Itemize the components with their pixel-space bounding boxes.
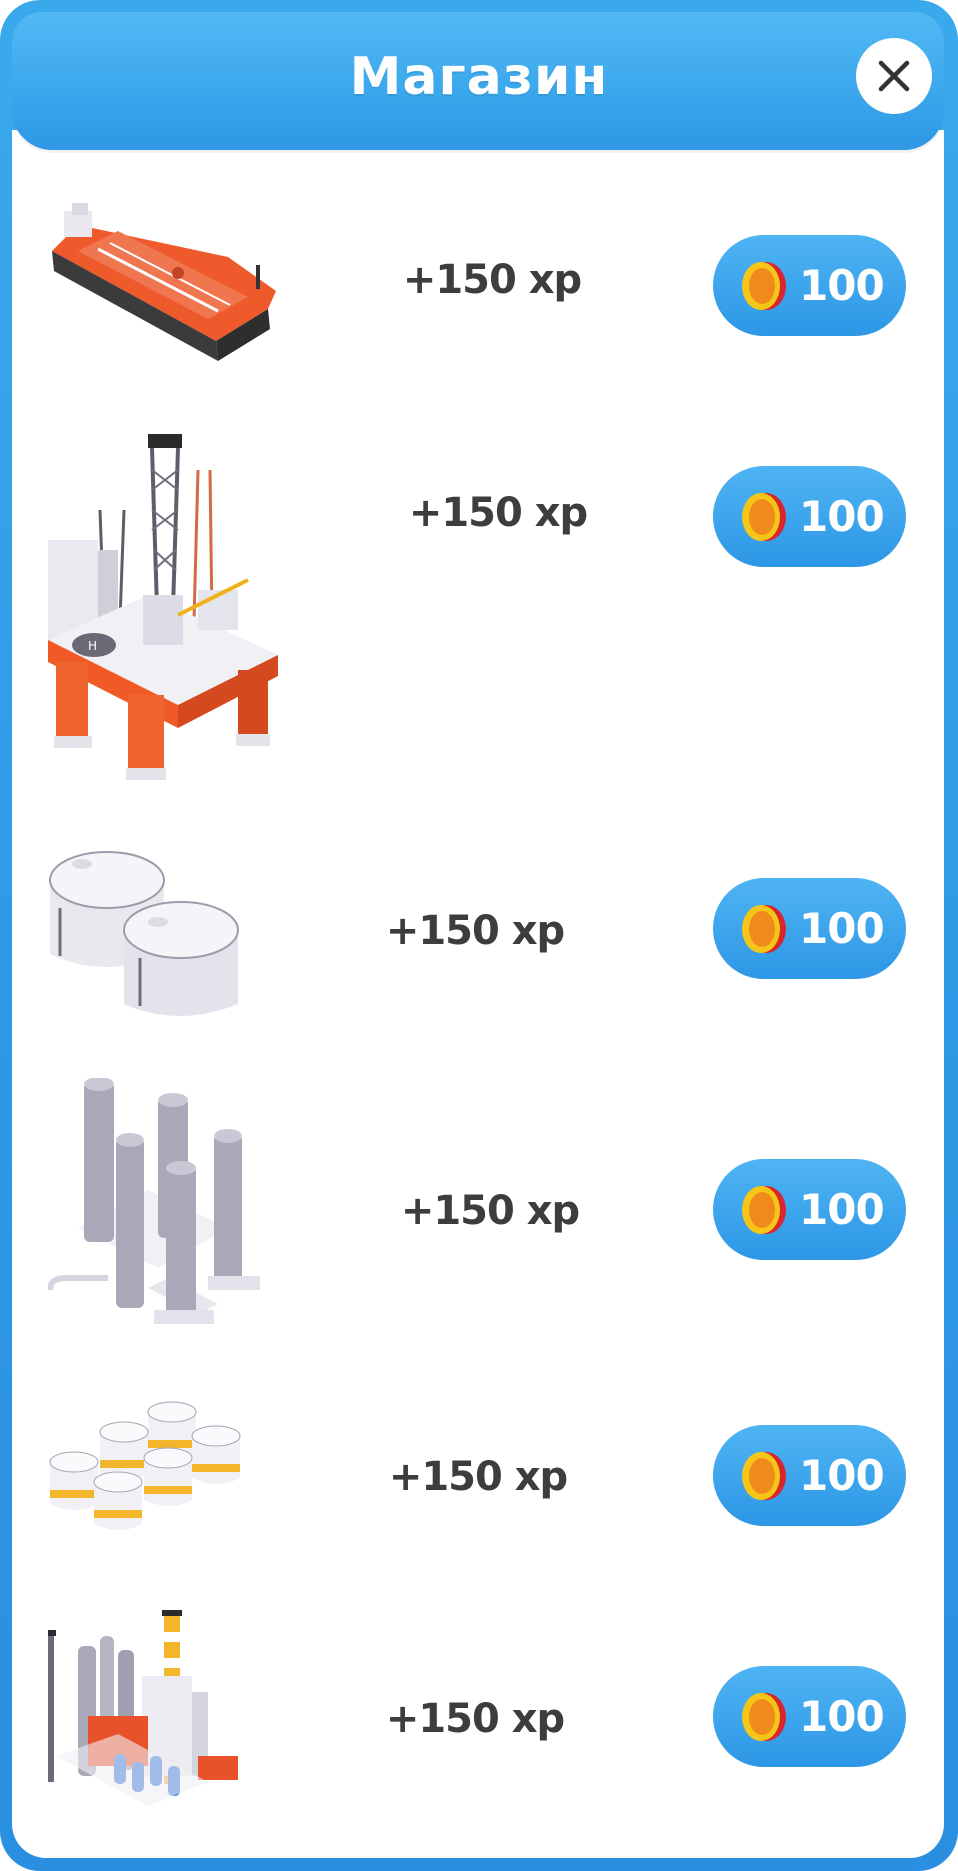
- buy-button[interactable]: 100: [713, 1666, 906, 1767]
- price-label: 100: [799, 1185, 885, 1234]
- shop-item-row: +150 xp 100: [0, 195, 958, 375]
- price-label: 100: [799, 1692, 885, 1741]
- xp-reward-label: +150 xp: [385, 1696, 565, 1742]
- distillation-columns-image: [48, 1078, 260, 1324]
- buy-button[interactable]: 100: [713, 878, 906, 979]
- xp-reward-label: +150 xp: [385, 908, 565, 954]
- svg-text:H: H: [88, 639, 97, 653]
- price-label: 100: [799, 261, 885, 310]
- price-label: 100: [799, 1451, 885, 1500]
- tank-farm-image: [49, 1401, 241, 1530]
- shop-item-row: +150 xp 100: [0, 1606, 958, 1821]
- storage-tanks-image: [49, 851, 239, 1016]
- tanker-ship-image: [52, 203, 276, 361]
- buy-button[interactable]: 100: [713, 1425, 906, 1526]
- coin-icon: [742, 492, 786, 541]
- shop-modal: Магазин +150 xp 100 H +150 xp 100 +150 x…: [0, 0, 958, 1871]
- shop-item-row: H +150 xp 100: [0, 430, 958, 780]
- coin-icon: [742, 1185, 786, 1234]
- close-button[interactable]: [856, 38, 932, 114]
- xp-reward-label: +150 xp: [408, 490, 588, 536]
- coin-icon: [742, 1451, 786, 1500]
- shop-item-row: +150 xp 100: [0, 838, 958, 1018]
- xp-reward-label: +150 xp: [400, 1188, 580, 1234]
- price-label: 100: [799, 904, 885, 953]
- close-icon: [878, 60, 910, 92]
- buy-button[interactable]: 100: [713, 235, 906, 336]
- coin-icon: [742, 261, 786, 310]
- buy-button[interactable]: 100: [713, 466, 906, 567]
- price-label: 100: [799, 492, 885, 541]
- shop-title: Магазин: [349, 47, 609, 107]
- coin-icon: [742, 1692, 786, 1741]
- coin-icon: [742, 904, 786, 953]
- oil-platform-image: H: [48, 434, 278, 780]
- shop-item-row: +150 xp 100: [0, 1078, 958, 1343]
- xp-reward-label: +150 xp: [402, 257, 582, 303]
- refinery-image: [48, 1610, 238, 1806]
- buy-button[interactable]: 100: [713, 1159, 906, 1260]
- shop-item-row: +150 xp 100: [0, 1400, 958, 1560]
- xp-reward-label: +150 xp: [388, 1454, 568, 1500]
